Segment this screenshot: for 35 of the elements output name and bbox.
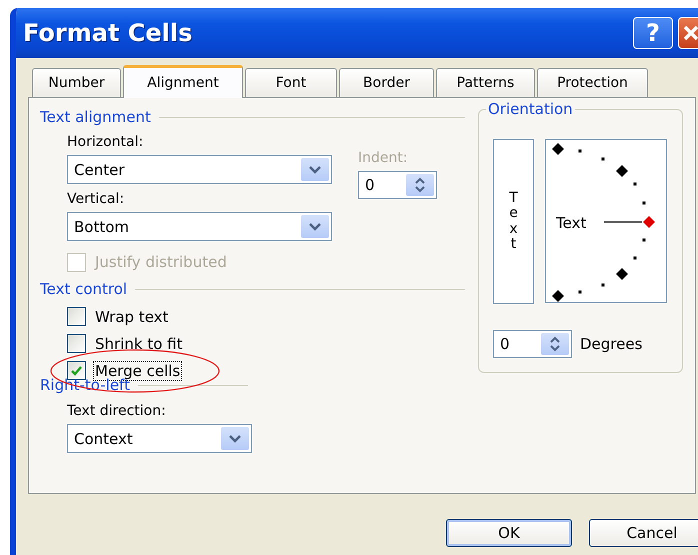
checkbox[interactable]: [67, 334, 86, 353]
field-label: Degrees: [580, 335, 642, 353]
spin-arrows-icon[interactable]: [406, 174, 434, 196]
vertical-text-button[interactable]: Text: [493, 139, 534, 304]
checkbox-label: Shrink to fit: [94, 334, 184, 354]
field-label: Vertical:: [67, 191, 126, 209]
field-label: Horizontal:: [67, 134, 144, 152]
cancel-button[interactable]: Cancel: [589, 519, 698, 547]
tab[interactable]: Alignment: [123, 65, 243, 98]
field-label: Text direction:: [67, 403, 167, 421]
group-heading: Text alignment: [40, 108, 151, 126]
dial-text: Text: [556, 214, 586, 232]
group-heading: Text control: [40, 280, 128, 298]
dropdown[interactable]: Bottom: [67, 212, 332, 241]
checkbox-label: Wrap text: [94, 306, 170, 326]
checkbox[interactable]: [67, 361, 86, 380]
close-icon[interactable]: [683, 25, 698, 41]
checkbox-label: Justify distributed: [93, 252, 228, 272]
ok-button[interactable]: OK: [446, 519, 572, 547]
window-title: Format Cells: [23, 19, 192, 47]
dropdown[interactable]: Center: [67, 155, 332, 184]
tab[interactable]: Border: [339, 68, 434, 97]
spin-arrows-icon[interactable]: [541, 333, 569, 355]
orientation-dial[interactable]: Text: [545, 139, 667, 303]
field-label: Indent:: [358, 150, 409, 168]
tab[interactable]: Font: [245, 68, 337, 97]
dropdown[interactable]: Context: [67, 424, 252, 453]
tab[interactable]: Number: [32, 68, 121, 97]
tab[interactable]: Patterns: [436, 68, 535, 97]
checkbox[interactable]: [67, 307, 86, 326]
checkbox-label: Merge cells: [93, 360, 182, 380]
tab[interactable]: Protection: [537, 68, 648, 97]
help-button[interactable]: ?: [633, 17, 673, 49]
spin-field[interactable]: 0: [493, 330, 572, 358]
check-icon: [71, 366, 82, 376]
